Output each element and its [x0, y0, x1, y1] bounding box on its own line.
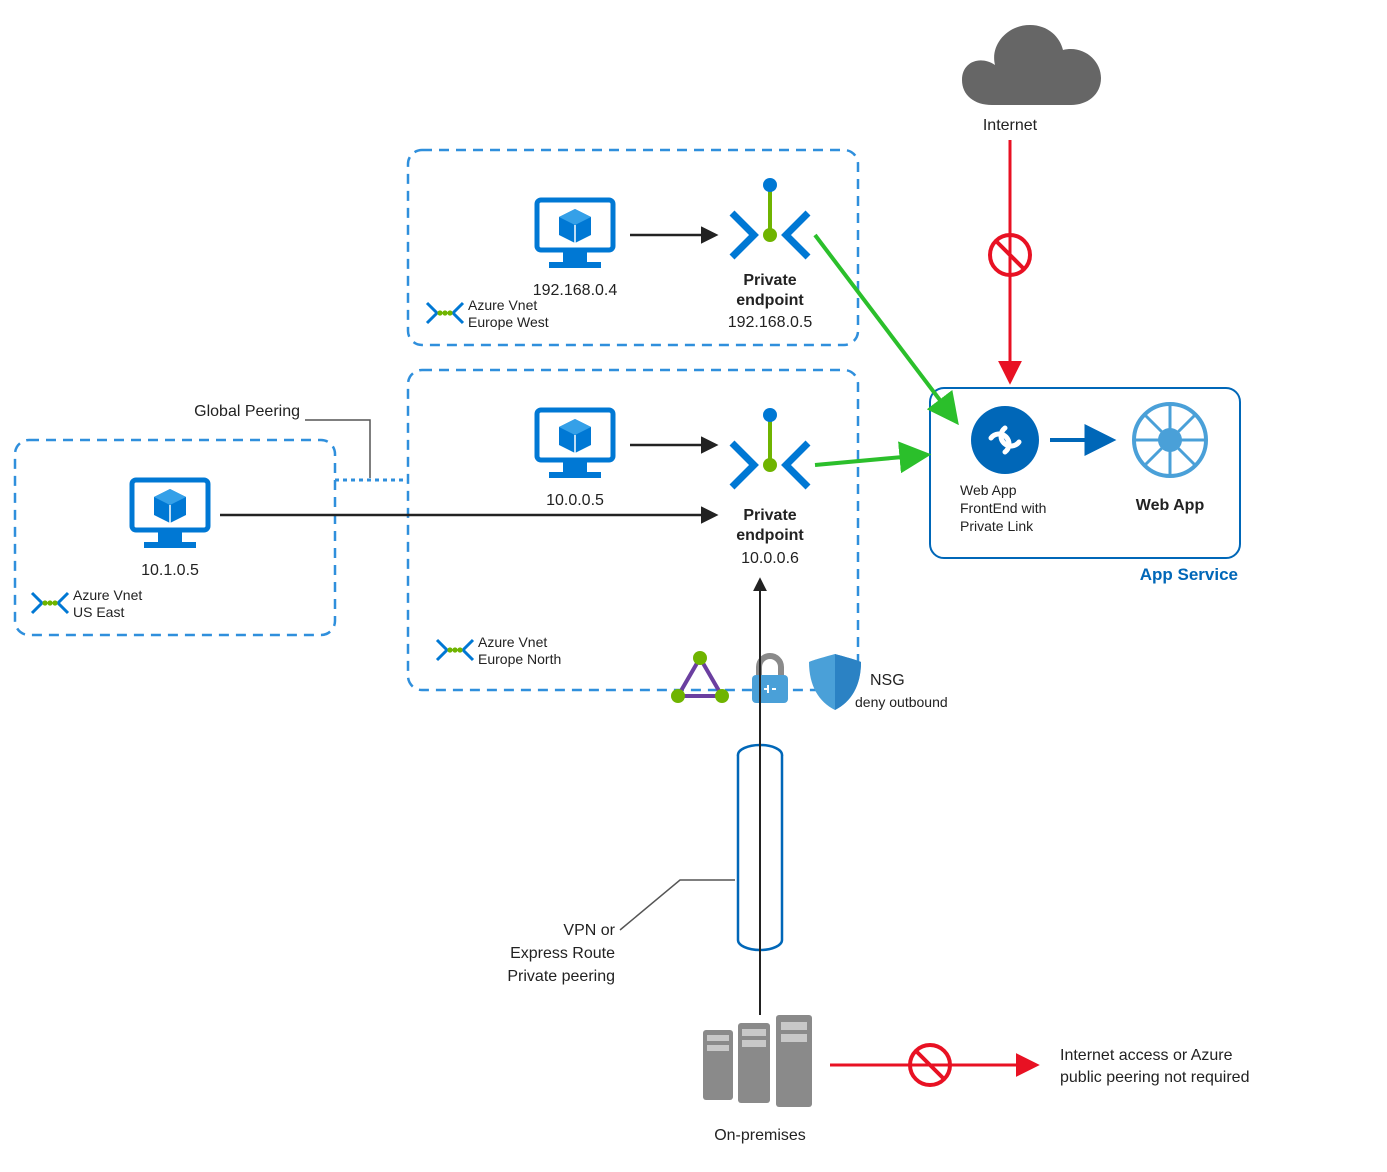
vm-ip-eunorth: 10.0.0.5 [546, 492, 604, 509]
internet-label: Internet [983, 117, 1038, 134]
pe-title-euwest-2: endpoint [736, 292, 804, 309]
vnet-euwest-name-1: Azure Vnet [468, 297, 537, 313]
onprem-label: On-premises [714, 1127, 806, 1144]
private-link-icon [971, 406, 1039, 474]
gateway-triangle-icon [671, 651, 729, 703]
onprem-note-1: Internet access or Azure [1060, 1047, 1233, 1064]
vm-ip-euwest: 192.168.0.4 [533, 282, 618, 299]
vpn-pipe [738, 580, 782, 1015]
vm-icon [537, 200, 613, 268]
vnet-eunorth-name-1: Azure Vnet [478, 634, 547, 650]
global-peering-label: Global Peering [194, 403, 300, 420]
pe-title-eunorth-1: Private [743, 507, 796, 524]
vm-icon [537, 410, 613, 478]
nsg-sub-label: deny outbound [855, 694, 948, 710]
app-service-group: App Service Web App FrontEnd with Privat… [930, 388, 1240, 584]
arrow-eunorth-pe-to-app [815, 455, 925, 465]
private-endpoint-icon [732, 178, 808, 257]
nsg-label: NSG [870, 672, 905, 689]
vpn-label-3: Private peering [507, 968, 615, 985]
onprem-note-2: public peering not required [1060, 1069, 1249, 1086]
app-service-label: App Service [1140, 565, 1238, 584]
frontend-label-3: Private Link [960, 518, 1034, 534]
vnet-badge-icon [427, 303, 463, 323]
pe-ip-euwest: 192.168.0.5 [728, 314, 813, 331]
web-app-icon [1134, 404, 1206, 476]
frontend-label-1: Web App [960, 482, 1017, 498]
pe-title-eunorth-2: endpoint [736, 527, 804, 544]
vnet-europe-north: 10.0.0.5 Private endpoint 10.0.0.6 Azure… [408, 370, 858, 690]
architecture-diagram: Internet App Service Web App FrontEnd wi… [0, 0, 1387, 1172]
vpn-label-2: Express Route [510, 945, 615, 962]
vnet-eunorth-name-2: Europe North [478, 651, 561, 667]
vnet-euwest-name-2: Europe West [468, 314, 549, 330]
vnet-us-east: 10.1.0.5 Azure Vnet US East [15, 440, 335, 635]
vpn-label-1: VPN or [563, 922, 615, 939]
onprem-servers-icon [703, 1015, 812, 1107]
global-peering: Global Peering [194, 403, 408, 480]
vnet-badge-icon [32, 593, 68, 613]
shield-icon [809, 654, 861, 710]
vm-icon [132, 480, 208, 548]
vnet-badge-icon [437, 640, 473, 660]
web-app-label: Web App [1136, 497, 1205, 514]
vpn-callout-line [620, 880, 735, 930]
frontend-label-2: FrontEnd with [960, 500, 1046, 516]
vnet-europe-west: 192.168.0.4 Private endpoint 192.168.0.5… [408, 150, 858, 345]
pe-ip-eunorth: 10.0.0.6 [741, 550, 799, 567]
vnet-useast-name-2: US East [73, 604, 124, 620]
vm-ip-useast: 10.1.0.5 [141, 562, 199, 579]
vnet-useast-name-1: Azure Vnet [73, 587, 142, 603]
arrow-euwest-pe-to-app [815, 235, 955, 420]
private-endpoint-icon [732, 408, 808, 487]
lock-icon [752, 656, 788, 703]
pe-title-euwest-1: Private [743, 272, 796, 289]
internet-cloud-icon [962, 25, 1101, 105]
